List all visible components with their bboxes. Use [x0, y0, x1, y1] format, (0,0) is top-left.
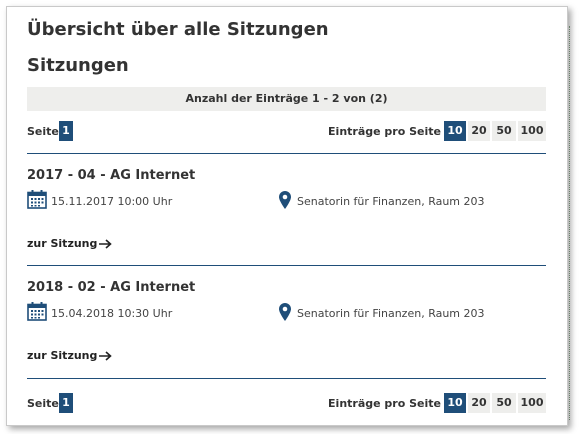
divider [27, 378, 546, 379]
dotted-vertical-line [569, 26, 570, 420]
arrow-right-icon [99, 238, 113, 249]
to-session-link[interactable]: zur Sitzung [27, 237, 113, 250]
entries-per-page-label: Einträge pro Seite [328, 125, 441, 138]
page-label: Seite [27, 125, 59, 138]
page-label: Seite [27, 397, 59, 410]
page-title: Übersicht über alle Sitzungen [27, 19, 329, 40]
to-session-link-label: zur Sitzung [27, 349, 98, 362]
location-pin-icon [279, 303, 291, 321]
to-session-link[interactable]: zur Sitzung [27, 349, 113, 362]
page-frame: Übersicht über alle Sitzungen Sitzungen … [6, 6, 568, 426]
per-page-option-50[interactable]: 50 [492, 393, 516, 413]
per-page-option-10[interactable]: 10 [444, 121, 466, 141]
session-title: 2018 - 02 - AG Internet [27, 280, 196, 295]
session-location: Senatorin für Finanzen, Raum 203 [297, 307, 485, 320]
per-page-option-20[interactable]: 20 [468, 393, 490, 413]
session-location: Senatorin für Finanzen, Raum 203 [297, 195, 485, 208]
per-page-option-50[interactable]: 50 [492, 121, 516, 141]
per-page-option-100[interactable]: 100 [518, 393, 546, 413]
session-date: 15.11.2017 10:00 Uhr [51, 195, 173, 208]
divider [27, 153, 546, 154]
per-page-option-10[interactable]: 10 [444, 393, 466, 413]
per-page-option-20[interactable]: 20 [468, 121, 490, 141]
entries-per-page-options: 10 20 50 100 [442, 393, 546, 413]
entries-per-page-label: Einträge pro Seite [328, 397, 441, 410]
pager-top: Seite 1 Einträge pro Seite 10 20 50 100 [27, 121, 546, 143]
session-item: 2018 - 02 - AG Internet 15.04.2018 10:30… [27, 280, 546, 380]
location-pin-icon [279, 191, 291, 209]
pager-bottom: Seite 1 Einträge pro Seite 10 20 50 100 [27, 393, 546, 415]
to-session-link-label: zur Sitzung [27, 237, 98, 250]
section-title: Sitzungen [27, 55, 129, 76]
calendar-icon [27, 190, 47, 209]
session-item: 2017 - 04 - AG Internet 15.11.2017 10:00… [27, 168, 546, 268]
session-title: 2017 - 04 - AG Internet [27, 168, 196, 183]
calendar-icon [27, 302, 47, 321]
divider [27, 265, 546, 266]
entries-per-page-options: 10 20 50 100 [442, 121, 546, 141]
entry-count-bar: Anzahl der Einträge 1 - 2 von (2) [27, 87, 546, 111]
page-number-button[interactable]: 1 [59, 121, 73, 141]
per-page-option-100[interactable]: 100 [518, 121, 546, 141]
page-number-button[interactable]: 1 [59, 393, 73, 413]
session-date: 15.04.2018 10:30 Uhr [51, 307, 173, 320]
arrow-right-icon [99, 350, 113, 361]
